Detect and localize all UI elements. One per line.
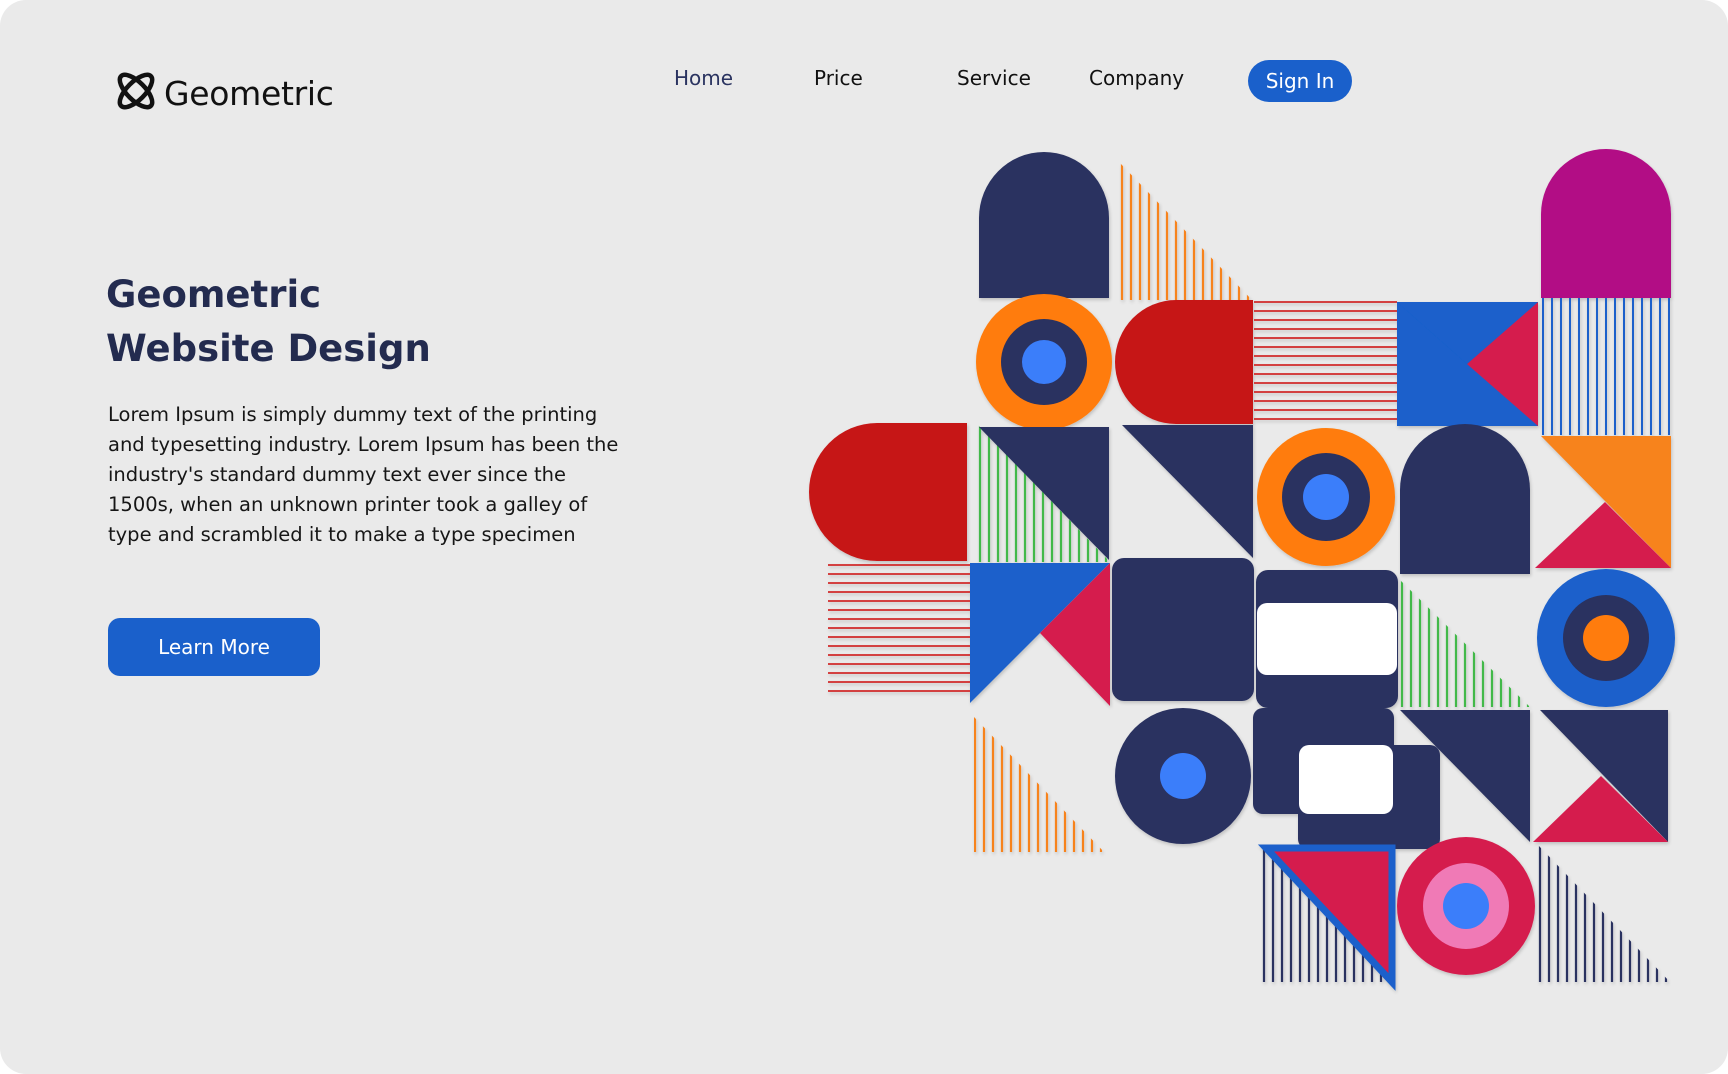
blue-line-block	[1542, 298, 1670, 435]
artwork-overlay-text: 4 7	[1298, 780, 1355, 821]
navy-line-triangle-2	[1538, 845, 1668, 982]
red-half-pill	[1115, 300, 1253, 424]
navy-rounded-square	[1112, 558, 1254, 701]
red-line-block	[1254, 301, 1397, 420]
blue-outline-triangle	[1257, 844, 1396, 991]
green-line-triangle-2	[1400, 580, 1530, 707]
navy-arch	[979, 152, 1109, 298]
orange-line-triangle	[1120, 163, 1250, 300]
geometric-artwork: 4 7	[809, 149, 1675, 991]
red-half-pill-left	[809, 423, 967, 561]
navy-arch-2	[1400, 424, 1530, 574]
magenta-arch	[1541, 149, 1671, 298]
red-line-block-left	[828, 564, 970, 692]
orange-line-triangle-2	[974, 717, 1103, 852]
landing-page: Geometric Home Price Service Company Sig…	[0, 0, 1728, 1074]
navy-triangle-2	[1122, 425, 1253, 558]
